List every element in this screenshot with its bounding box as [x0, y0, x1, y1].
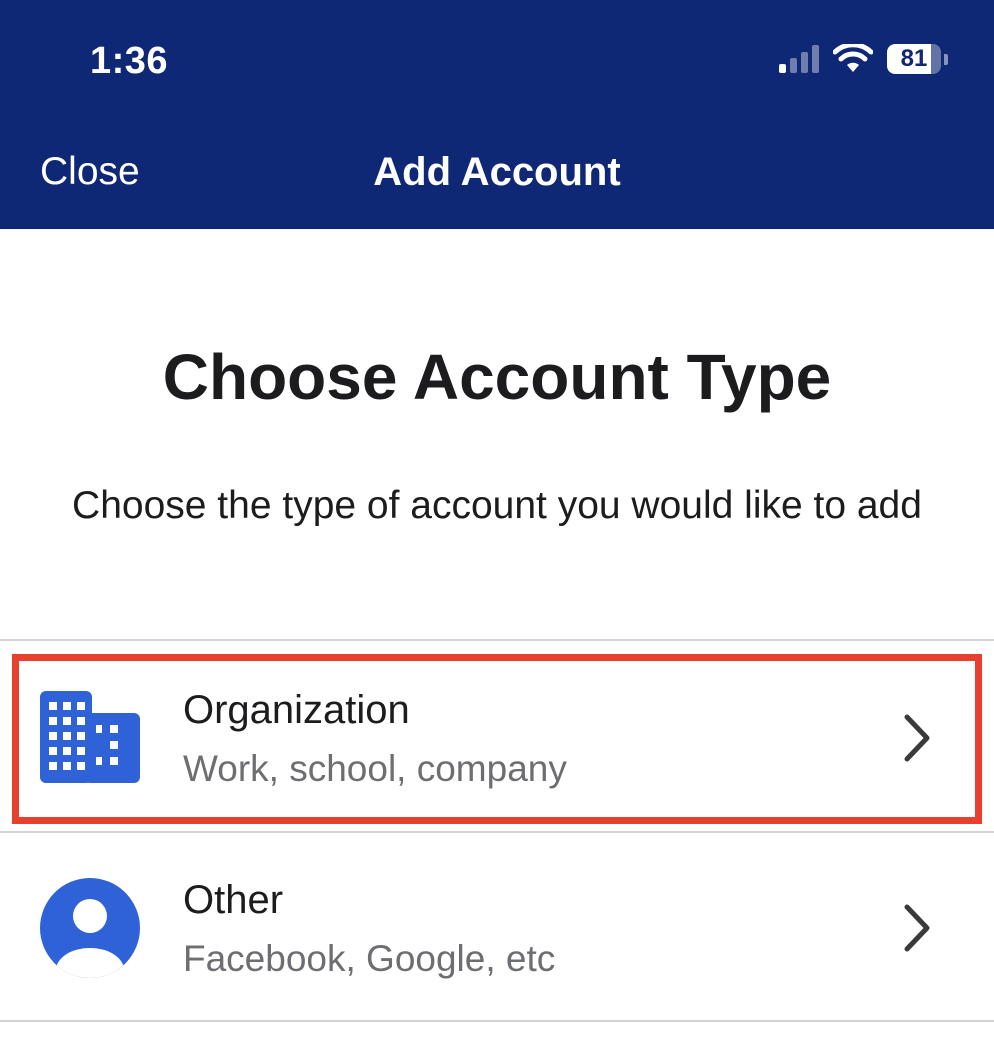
add-account-screen: 1:36 81 Close Add Account Choose Account…: [0, 0, 994, 1048]
person-icon: [40, 878, 140, 978]
building-icon: [40, 691, 140, 783]
divider: [0, 1020, 994, 1022]
option-subtitle: Work, school, company: [183, 748, 567, 789]
divider: [0, 831, 994, 833]
option-title: Organization: [183, 688, 410, 732]
battery-icon: 81: [887, 44, 948, 74]
option-other[interactable]: Other Facebook, Google, etc: [0, 836, 994, 1022]
close-button[interactable]: Close: [40, 150, 140, 194]
option-subtitle: Facebook, Google, etc: [183, 938, 556, 979]
page-subheading: Choose the type of account you would lik…: [72, 484, 922, 527]
top-bar: 1:36 81 Close Add Account: [0, 0, 994, 229]
battery-percentage: 81: [900, 45, 928, 72]
wifi-icon: [833, 44, 873, 72]
nav-title: Add Account: [373, 150, 621, 194]
status-icons: 81: [779, 44, 948, 74]
page-heading: Choose Account Type: [162, 341, 832, 413]
cellular-signal-icon: [779, 45, 819, 73]
chevron-right-icon: [904, 904, 930, 952]
status-time: 1:36: [90, 40, 169, 82]
chevron-right-icon: [904, 714, 930, 762]
option-title: Other: [183, 878, 284, 922]
option-organization[interactable]: Organization Work, school, company: [0, 646, 994, 832]
divider: [0, 639, 994, 641]
